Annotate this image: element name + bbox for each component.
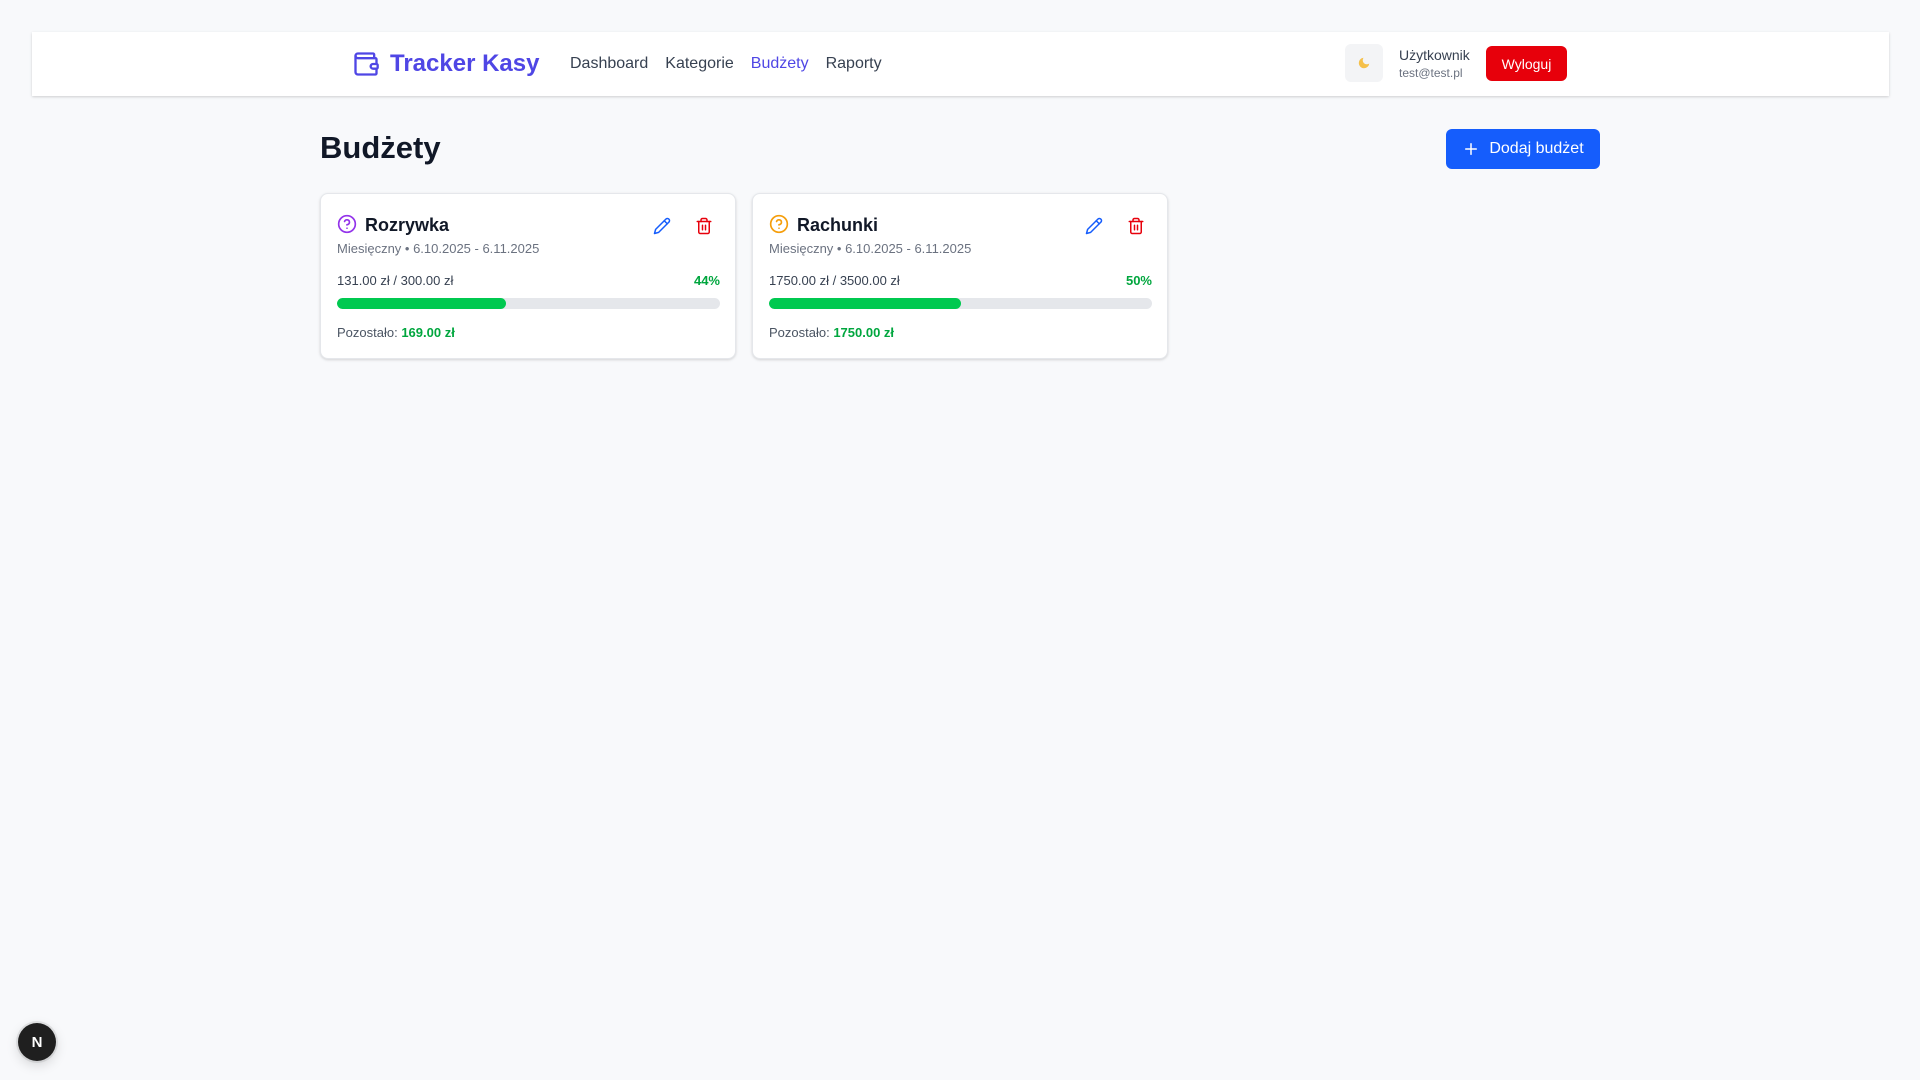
budget-percent: 50% <box>1125 273 1152 288</box>
trash-icon <box>1128 217 1144 235</box>
trash-icon <box>696 217 712 235</box>
budget-progress-fill <box>337 298 506 309</box>
moon-icon <box>1358 57 1370 69</box>
user-name: Użytkownik <box>1399 47 1470 63</box>
edit-budget-button[interactable] <box>650 214 674 238</box>
question-circle-icon <box>769 214 789 234</box>
budget-progress-fill <box>769 298 961 309</box>
pencil-icon <box>653 217 671 235</box>
budget-remaining: Pozostało: 169.00 zł <box>337 325 455 340</box>
nav-link-raporty[interactable]: Raporty <box>826 55 882 73</box>
pencil-icon <box>1085 217 1103 235</box>
user-email: test@test.pl <box>1399 66 1463 80</box>
budget-amounts: 1750.00 zł / 3500.00 zł <box>769 273 900 288</box>
add-budget-label: Dodaj budżet <box>1489 140 1584 157</box>
wallet-icon <box>354 52 379 76</box>
edit-budget-button[interactable] <box>1082 214 1106 238</box>
remaining-label: Pozostało: <box>337 325 398 340</box>
budget-remaining: Pozostało: 1750.00 zł <box>769 325 894 340</box>
nav-link-dashboard[interactable]: Dashboard <box>570 55 648 73</box>
budget-period: Miesięczny • 6.10.2025 - 6.11.2025 <box>769 241 972 256</box>
page-title: Budżety <box>320 130 441 165</box>
brand-name: Tracker Kasy <box>390 50 540 77</box>
add-budget-button[interactable]: Dodaj budżet <box>1446 129 1600 169</box>
delete-budget-button[interactable] <box>1124 214 1148 238</box>
budget-progress-bar <box>337 298 720 309</box>
question-circle-icon <box>337 214 357 234</box>
remaining-value: 169.00 zł <box>401 325 455 340</box>
remaining-label: Pozostało: <box>769 325 830 340</box>
budget-card: Rachunki Miesięczny • 6.10.2025 - 6.11.2… <box>752 193 1168 359</box>
plus-icon <box>1465 143 1478 155</box>
user-info: Użytkownik test@test.pl <box>1399 48 1470 79</box>
logout-button[interactable]: Wyloguj <box>1486 46 1567 81</box>
dev-tools-badge[interactable]: N <box>18 1023 56 1061</box>
budget-name: Rachunki <box>797 215 879 235</box>
theme-toggle-button[interactable] <box>1345 44 1383 82</box>
top-navbar: Tracker Kasy Dashboard Kategorie Budżety… <box>32 32 1889 96</box>
brand-logo[interactable]: Tracker Kasy <box>352 32 539 96</box>
budget-period: Miesięczny • 6.10.2025 - 6.11.2025 <box>337 241 540 256</box>
budget-progress-bar <box>769 298 1152 309</box>
nav-link-kategorie[interactable]: Kategorie <box>665 55 734 73</box>
delete-budget-button[interactable] <box>692 214 716 238</box>
budget-name: Rozrywka <box>365 215 450 235</box>
remaining-value: 1750.00 zł <box>833 325 895 340</box>
budget-amounts: 131.00 zł / 300.00 zł <box>337 273 454 288</box>
budget-percent: 44% <box>693 273 720 288</box>
budget-card: Rozrywka Miesięczny • 6.10.2025 - 6.11.2… <box>320 193 736 359</box>
nav-link-budzety[interactable]: Budżety <box>751 55 809 73</box>
main-nav: Dashboard Kategorie Budżety Raporty <box>570 32 882 96</box>
